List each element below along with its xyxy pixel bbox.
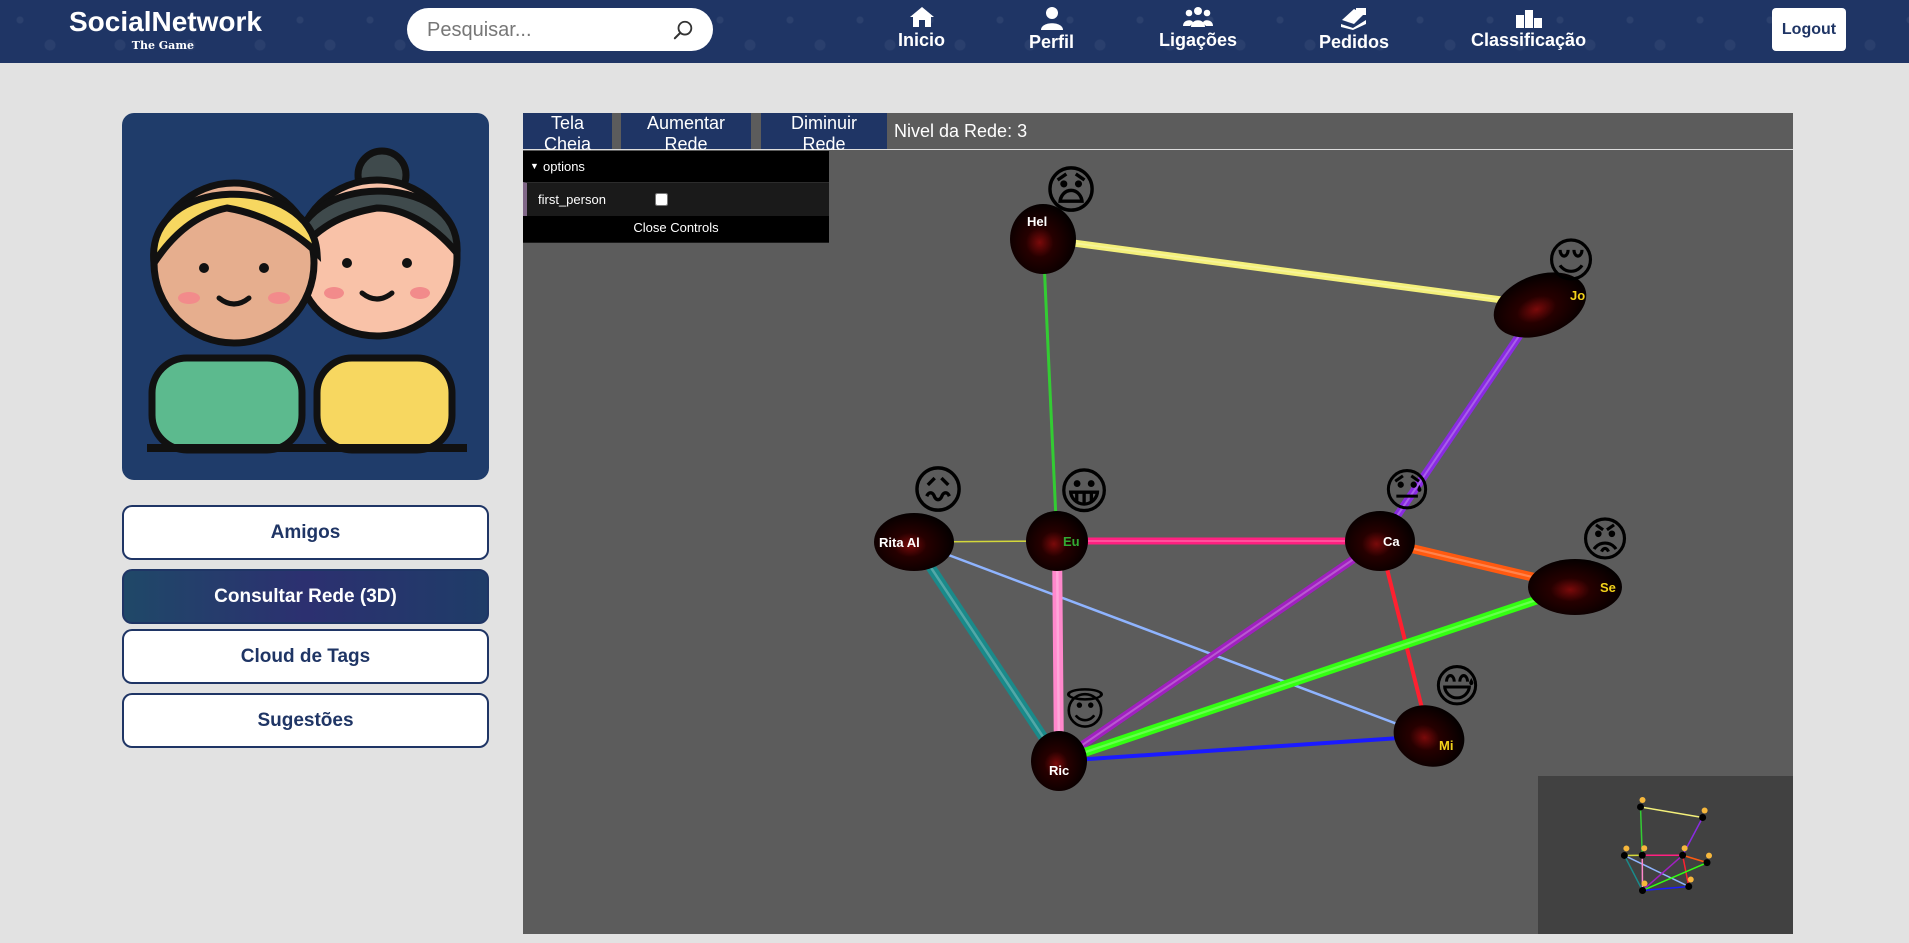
caret-down-icon: ▼ bbox=[530, 161, 539, 171]
minimap-node bbox=[1620, 851, 1628, 859]
avatar-card bbox=[122, 113, 489, 480]
network-viewer[interactable]: Hel 😧 Jo 😌 Rita Al 😖 Eu 😀 Ca 😓 Se 😡 Ric 😇 Mi 😅 Tela Che… bbox=[523, 113, 1793, 934]
top-navbar: SocialNetwork The Game Inicio Perfil bbox=[0, 0, 1909, 63]
mood-emoji-icon: 😇 bbox=[1064, 688, 1106, 734]
network-node-se[interactable]: Se 😡 bbox=[1528, 514, 1630, 615]
first-person-label: first_person bbox=[538, 192, 606, 207]
sidebar-consultar-rede-button[interactable]: Consultar Rede (3D) bbox=[122, 569, 489, 624]
minimap-edge bbox=[1642, 861, 1708, 892]
minimap-node bbox=[1637, 803, 1644, 811]
search-input[interactable] bbox=[425, 8, 669, 53]
nav-label: Classificação bbox=[1471, 30, 1587, 50]
close-controls-button[interactable]: Close Controls bbox=[523, 216, 829, 242]
minimap-node bbox=[1699, 814, 1707, 822]
network-node-eu[interactable]: Eu 😀 bbox=[1026, 464, 1110, 572]
minimap-node bbox=[1638, 851, 1646, 859]
mood-emoji-icon: 😓 bbox=[1383, 464, 1431, 516]
minimap-emoji bbox=[1701, 807, 1708, 814]
group-icon bbox=[1183, 7, 1214, 27]
brand-subtitle: The Game bbox=[131, 39, 194, 52]
nav-label: Perfil bbox=[1029, 32, 1075, 52]
home-icon bbox=[909, 7, 934, 27]
minimap-graph bbox=[1620, 796, 1712, 894]
network-toolbar: Tela Cheia Aumentar Rede Diminuir Rede N… bbox=[523, 113, 1793, 154]
minimap-node bbox=[1685, 882, 1693, 890]
podium-icon bbox=[1515, 10, 1542, 28]
network-level-label: Nivel da Rede: 3 bbox=[894, 121, 1028, 141]
minimap-edge bbox=[1682, 854, 1708, 864]
first-person-checkbox[interactable] bbox=[655, 193, 668, 206]
minimap-emoji bbox=[1641, 845, 1648, 852]
controls-panel: ▼ options first_person Close Controls bbox=[523, 151, 829, 243]
network-node-ca[interactable]: Ca 😓 bbox=[1345, 464, 1431, 571]
network-edge-highlight bbox=[1058, 540, 1381, 762]
node-label: Jo bbox=[1570, 288, 1585, 303]
nav-label: Ligações bbox=[1159, 30, 1238, 50]
minimap-node bbox=[1703, 859, 1711, 867]
mood-emoji-icon: 😀 bbox=[1058, 464, 1110, 520]
minimap-emoji bbox=[1706, 852, 1712, 859]
nav-pedidos[interactable]: Pedidos bbox=[1319, 6, 1389, 53]
sidebar-sugestoes-button[interactable]: Sugestões bbox=[122, 693, 489, 748]
network-edge-highlight bbox=[1058, 585, 1576, 763]
network-edge-hel-eu bbox=[1041, 237, 1059, 543]
nav-label: Pedidos bbox=[1319, 32, 1390, 52]
node-label: Rita Al bbox=[879, 535, 920, 550]
decrease-network-button[interactable]: Diminuir Rede bbox=[761, 113, 887, 154]
fullscreen-button[interactable]: Tela Cheia bbox=[523, 113, 612, 154]
minimap-edge bbox=[1642, 854, 1684, 892]
node-label: Ca bbox=[1383, 534, 1400, 549]
minimap-edge bbox=[1640, 806, 1703, 819]
sidebar-amigos-button[interactable]: Amigos bbox=[122, 505, 489, 560]
nav-perfil[interactable]: Perfil bbox=[1029, 6, 1074, 53]
node-label: Mi bbox=[1439, 738, 1453, 753]
nav-classificacao[interactable]: Classificação bbox=[1471, 6, 1586, 51]
node-sphere[interactable] bbox=[1031, 731, 1087, 791]
avatar-illustration bbox=[147, 147, 467, 454]
mood-emoji-icon: 😡 bbox=[1580, 514, 1630, 567]
node-label: Se bbox=[1600, 580, 1616, 595]
minimap-node bbox=[1639, 886, 1646, 894]
minimap-emoji bbox=[1623, 845, 1630, 852]
search-icon[interactable] bbox=[673, 19, 695, 41]
minimap-emoji bbox=[1681, 845, 1688, 852]
options-label: options bbox=[543, 159, 585, 174]
network-node-hel[interactable]: Hel😧 bbox=[1010, 162, 1098, 274]
mood-emoji-icon: 😅 bbox=[1433, 660, 1481, 712]
increase-network-button[interactable]: Aumentar Rede bbox=[621, 113, 751, 154]
node-sphere[interactable] bbox=[1345, 511, 1415, 571]
minimap-edge bbox=[1624, 854, 1690, 888]
network-edge-rita-mi bbox=[912, 540, 1431, 738]
search-bar bbox=[407, 8, 713, 53]
node-label: Ric bbox=[1049, 763, 1069, 778]
mood-emoji-icon: 😌 bbox=[1546, 235, 1596, 288]
network-node-mi[interactable]: Mi 😅 bbox=[1385, 660, 1481, 776]
nav-ligacoes[interactable]: Ligações bbox=[1159, 6, 1237, 51]
minimap-node bbox=[1679, 851, 1687, 859]
minimap-emoji bbox=[1639, 796, 1646, 803]
network-edge-highlight bbox=[912, 541, 1061, 762]
network-node-rita[interactable]: Rita Al 😖 bbox=[874, 462, 965, 571]
requests-icon bbox=[1341, 8, 1366, 30]
nav-inicio[interactable]: Inicio bbox=[898, 6, 945, 51]
minimap-emoji bbox=[1687, 876, 1694, 883]
nav-label: Inicio bbox=[898, 30, 946, 50]
options-folder[interactable]: ▼ options bbox=[523, 151, 829, 182]
minimap-emoji bbox=[1641, 880, 1648, 887]
mood-emoji-icon: 😧 bbox=[1044, 162, 1098, 220]
brand-logo[interactable]: SocialNetwork The Game bbox=[69, 6, 262, 52]
brand-title: SocialNetwork bbox=[69, 6, 262, 37]
minimap-edge bbox=[1623, 855, 1644, 891]
sidebar-cloud-tags-button[interactable]: Cloud de Tags bbox=[122, 629, 489, 684]
user-icon bbox=[1040, 7, 1063, 30]
network-minimap[interactable] bbox=[1538, 776, 1793, 934]
mood-emoji-icon: 😖 bbox=[911, 462, 965, 520]
node-label: Eu bbox=[1063, 534, 1080, 549]
network-node-jo[interactable]: Jo😌 bbox=[1485, 235, 1596, 350]
logout-button[interactable]: Logout bbox=[1772, 8, 1846, 51]
network-edge-highlight bbox=[1042, 238, 1541, 306]
first-person-row: first_person bbox=[523, 182, 829, 216]
